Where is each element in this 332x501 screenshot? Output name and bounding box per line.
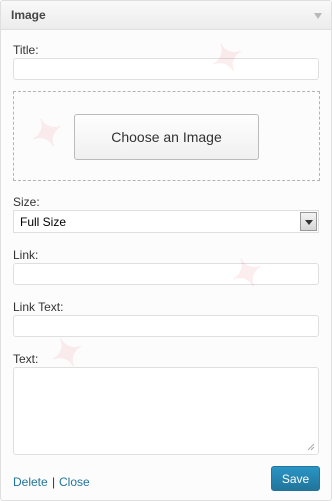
choose-image-button[interactable]: Choose an Image <box>74 114 259 160</box>
collapse-arrow-icon[interactable] <box>314 13 322 19</box>
size-select[interactable]: Full Size <box>13 210 319 233</box>
size-label: Size: <box>13 195 40 209</box>
delete-link[interactable]: Delete <box>13 475 48 489</box>
text-area[interactable] <box>13 367 319 455</box>
text-label: Text: <box>13 352 39 366</box>
link-input[interactable] <box>13 263 319 285</box>
link-text-input[interactable] <box>13 315 319 337</box>
chevron-down-icon <box>305 220 313 225</box>
title-input[interactable] <box>13 58 319 80</box>
link-text-label: Link Text: <box>13 300 64 314</box>
save-button[interactable]: Save <box>271 466 320 491</box>
widget-title: Image <box>11 8 46 22</box>
close-link[interactable]: Close <box>59 475 90 489</box>
image-widget: Image Title: Choose an Image Size: Full … <box>0 0 332 501</box>
resize-grip-icon[interactable] <box>305 441 315 451</box>
size-select-value: Full Size <box>20 215 67 229</box>
dropdown-button[interactable] <box>300 212 317 231</box>
link-label: Link: <box>13 248 39 262</box>
widget-header[interactable]: Image <box>1 1 331 30</box>
footer-separator: | <box>52 475 56 489</box>
image-dropzone: Choose an Image <box>13 91 320 181</box>
title-label: Title: <box>13 43 39 57</box>
